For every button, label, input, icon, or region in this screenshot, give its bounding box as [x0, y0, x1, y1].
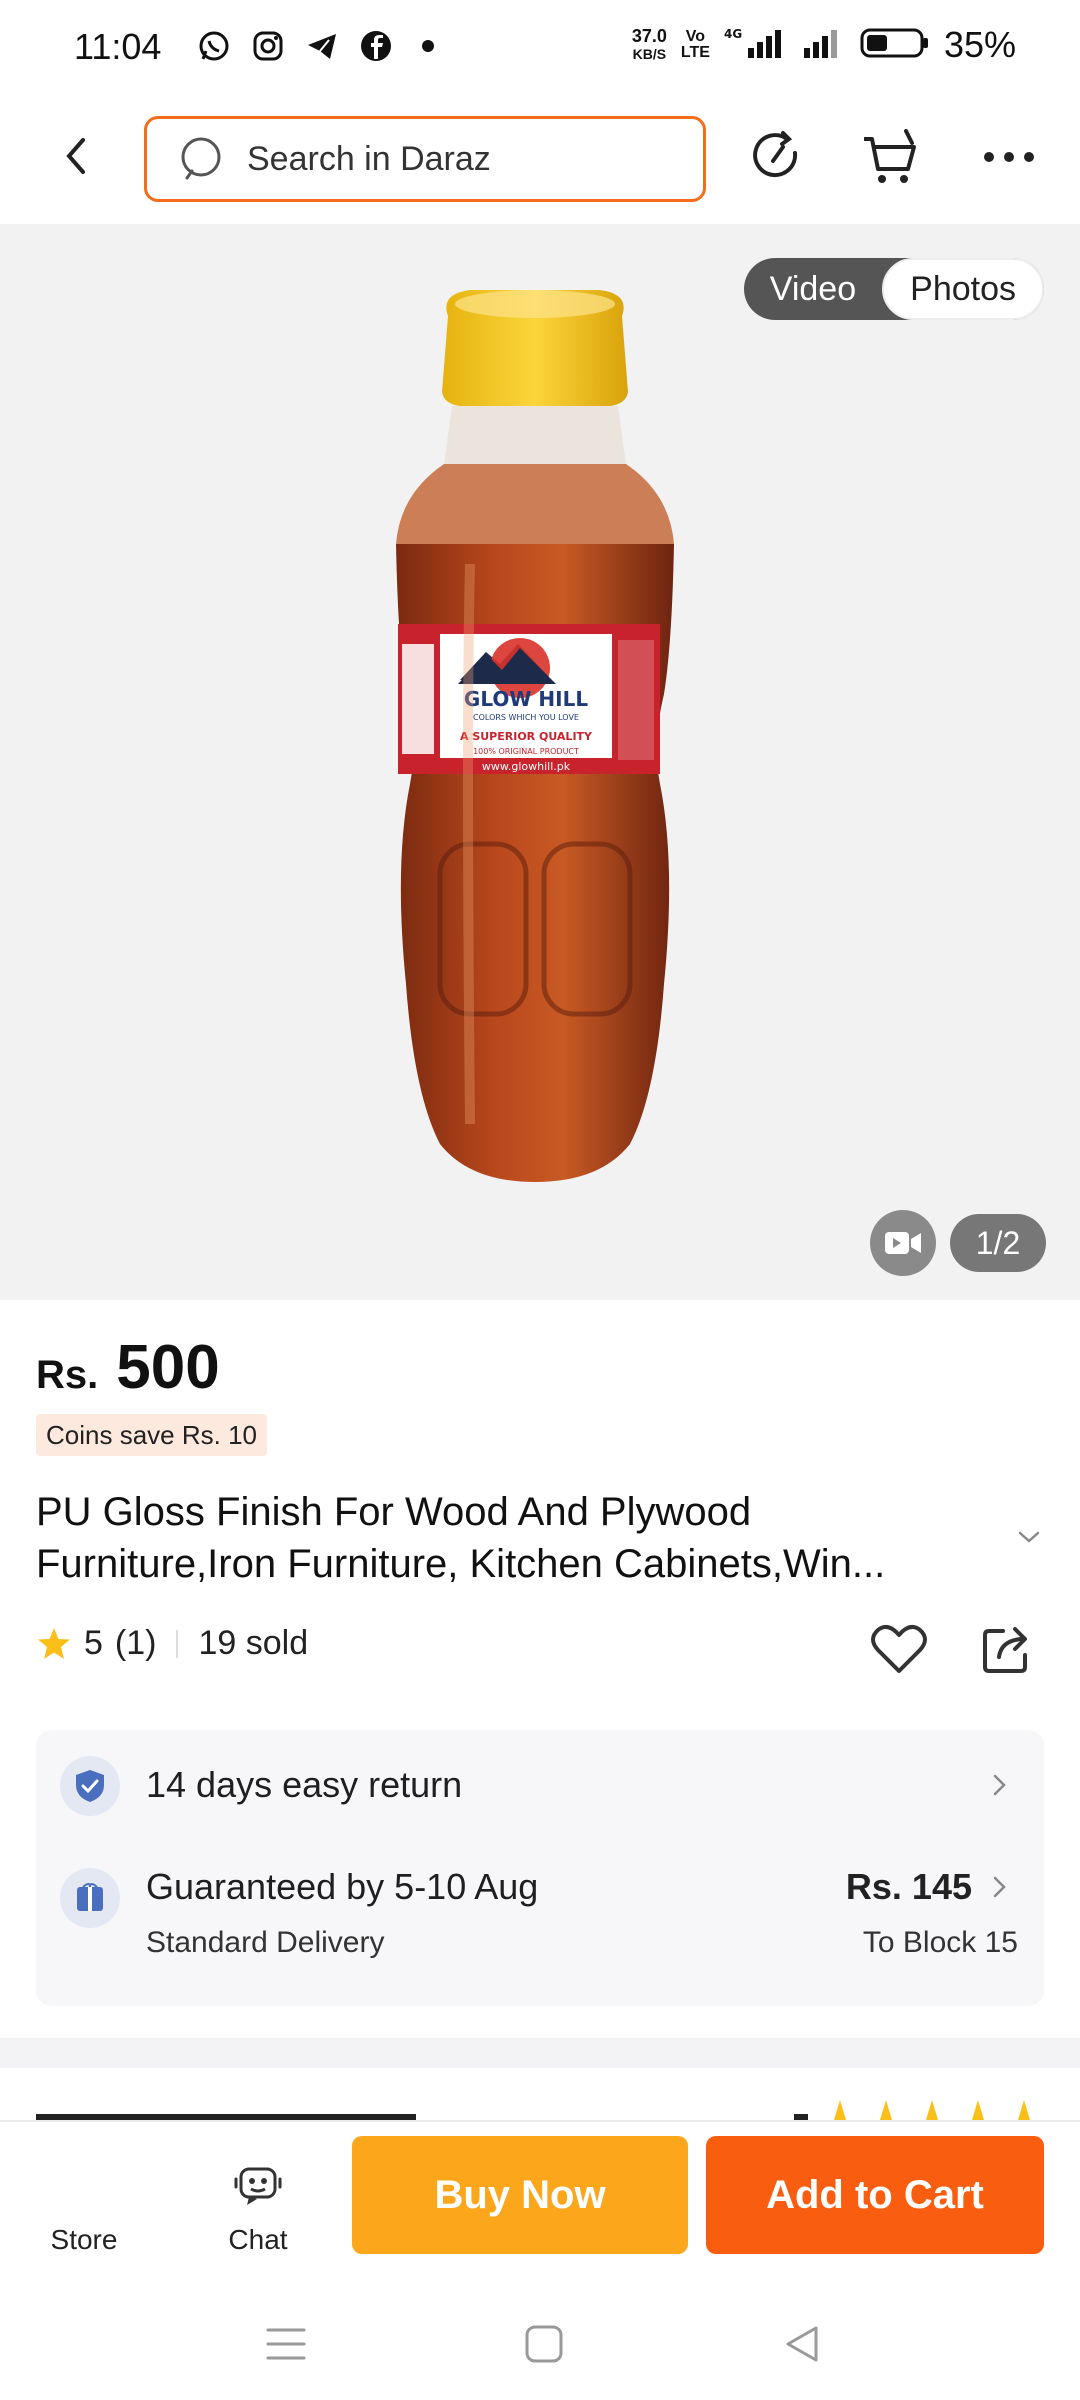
ratings-section-peek	[36, 2100, 456, 2120]
shield-check-icon	[60, 1756, 120, 1816]
volte-indicator: Vo LTE	[680, 28, 710, 61]
share-button[interactable]	[974, 1616, 1040, 1682]
instagram-icon	[250, 28, 286, 64]
system-navigation-bar	[0, 2290, 1080, 2400]
cart-icon	[864, 129, 916, 183]
star-icon	[38, 1627, 70, 1659]
store-label: Store	[50, 2224, 118, 2255]
svg-text:COLORS WHICH YOU LOVE: COLORS WHICH YOU LOVE	[473, 713, 579, 722]
home-square-icon	[525, 2325, 563, 2363]
bottom-action-bar: Store Chat Buy Now Add to Cart	[0, 2120, 1080, 2290]
image-counter: 1/2	[950, 1214, 1046, 1272]
delivery-fee: Rs. 145	[845, 1866, 972, 1907]
expand-title-chevron-icon[interactable]	[1014, 1522, 1044, 1552]
delivery-destination: To Block 15	[862, 1926, 1018, 1959]
svg-text:A SUPERIOR QUALITY: A SUPERIOR QUALITY	[460, 730, 593, 743]
delivery-type: Standard Delivery	[146, 1926, 385, 1959]
facebook-icon	[358, 28, 394, 64]
wishlist-button[interactable]	[866, 1616, 932, 1682]
return-policy-row[interactable]: 14 days easy return	[36, 1730, 1044, 1842]
rating-value: 5	[84, 1624, 103, 1662]
whatsapp-icon	[196, 28, 232, 64]
svg-text:100% ORIGINAL PRODUCT: 100% ORIGINAL PRODUCT	[473, 747, 579, 756]
chat-label: Chat	[228, 2224, 288, 2255]
network-speed: 37.0 KB/S	[631, 26, 667, 62]
more-dots-icon	[984, 152, 1034, 162]
rating-summary[interactable]: 5 (1) 19 sold	[36, 1624, 308, 1663]
home-button[interactable]	[514, 2314, 574, 2374]
delivery-guarantee: Guaranteed by 5-10 Aug	[146, 1866, 539, 1907]
store-button[interactable]: Store	[14, 2122, 154, 2292]
return-text: 14 days easy return	[146, 1764, 463, 1805]
signal-4g-icon: 4G	[724, 26, 788, 65]
video-play-button[interactable]	[870, 1210, 936, 1276]
product-title[interactable]: PU Gloss Finish For Wood And Plywood Fur…	[36, 1486, 1016, 1590]
notification-icons	[196, 28, 434, 64]
chat-bot-icon	[233, 2162, 283, 2210]
cart-button[interactable]	[858, 124, 924, 190]
product-title-line-1: PU Gloss Finish For Wood And Plywood	[36, 1490, 752, 1534]
back-arrow-icon	[66, 138, 85, 174]
back-button[interactable]	[46, 126, 106, 186]
system-back-button[interactable]	[772, 2314, 832, 2374]
buy-now-button[interactable]: Buy Now	[352, 2136, 688, 2254]
product-image: GLOW HILL COLORS WHICH YOU LOVE A SUPERI…	[396, 290, 674, 1182]
tab-photos[interactable]: Photos	[882, 258, 1044, 320]
status-bar: 11:04 37.0 KB/S Vo LTE 4G 35%	[0, 0, 1080, 96]
video-camera-icon	[885, 1232, 921, 1254]
more-notifications-icon	[422, 40, 434, 52]
recents-button[interactable]	[256, 2314, 316, 2374]
add-to-cart-button[interactable]: Add to Cart	[706, 2136, 1044, 2254]
battery-level: 35%	[943, 24, 1016, 65]
status-time: 11:04	[74, 26, 162, 67]
chat-button[interactable]: Chat	[188, 2122, 328, 2292]
package-icon	[60, 1868, 120, 1928]
product-title-line-2: Furniture,Iron Furniture, Kitchen Cabine…	[36, 1542, 886, 1586]
svg-text:www.glowhill.pk: www.glowhill.pk	[482, 760, 571, 773]
history-button[interactable]	[744, 124, 810, 190]
section-divider	[0, 2038, 1080, 2068]
sold-count: 19 sold	[198, 1624, 309, 1662]
svg-text:GLOW HILL: GLOW HILL	[464, 687, 588, 711]
media-toggle[interactable]: Video Photos	[743, 258, 1044, 320]
service-info-card: 14 days easy return Guaranteed by 5-10 A…	[36, 1730, 1044, 2006]
delivery-row[interactable]: Guaranteed by 5-10 Aug Standard Delivery…	[36, 1842, 1044, 2006]
system-indicators: 37.0 KB/S Vo LTE 4G 35%	[632, 24, 1016, 66]
share-icon	[983, 1627, 1027, 1673]
signal-icon	[802, 26, 846, 65]
telegram-icon	[304, 28, 340, 64]
search-input[interactable]: Search in Daraz	[144, 116, 706, 202]
tab-video[interactable]: Video	[744, 258, 882, 320]
rating-count: (1)	[114, 1624, 157, 1662]
chevron-right-icon	[993, 1774, 1006, 1796]
refresh-history-icon	[753, 131, 798, 178]
divider	[176, 1629, 179, 1658]
battery-icon	[860, 26, 930, 65]
price-currency: Rs.	[36, 1353, 99, 1397]
more-options-button[interactable]	[976, 124, 1042, 190]
price: Rs. 500	[36, 1332, 220, 1403]
search-icon	[181, 137, 221, 180]
svg-text:4G: 4G	[724, 27, 742, 41]
menu-lines-icon	[266, 2328, 306, 2360]
heart-icon	[871, 1624, 927, 1673]
back-triangle-icon	[786, 2326, 818, 2362]
top-header: Search in Daraz	[0, 96, 1080, 224]
ratings-stars-peek	[794, 2100, 1044, 2120]
price-value: 500	[116, 1333, 220, 1402]
product-gallery[interactable]: GLOW HILL COLORS WHICH YOU LOVE A SUPERI…	[0, 224, 1080, 1300]
coins-badge[interactable]: Coins save Rs. 10	[36, 1414, 267, 1456]
search-placeholder: Search in Daraz	[247, 139, 491, 178]
chevron-right-icon	[993, 1876, 1006, 1898]
